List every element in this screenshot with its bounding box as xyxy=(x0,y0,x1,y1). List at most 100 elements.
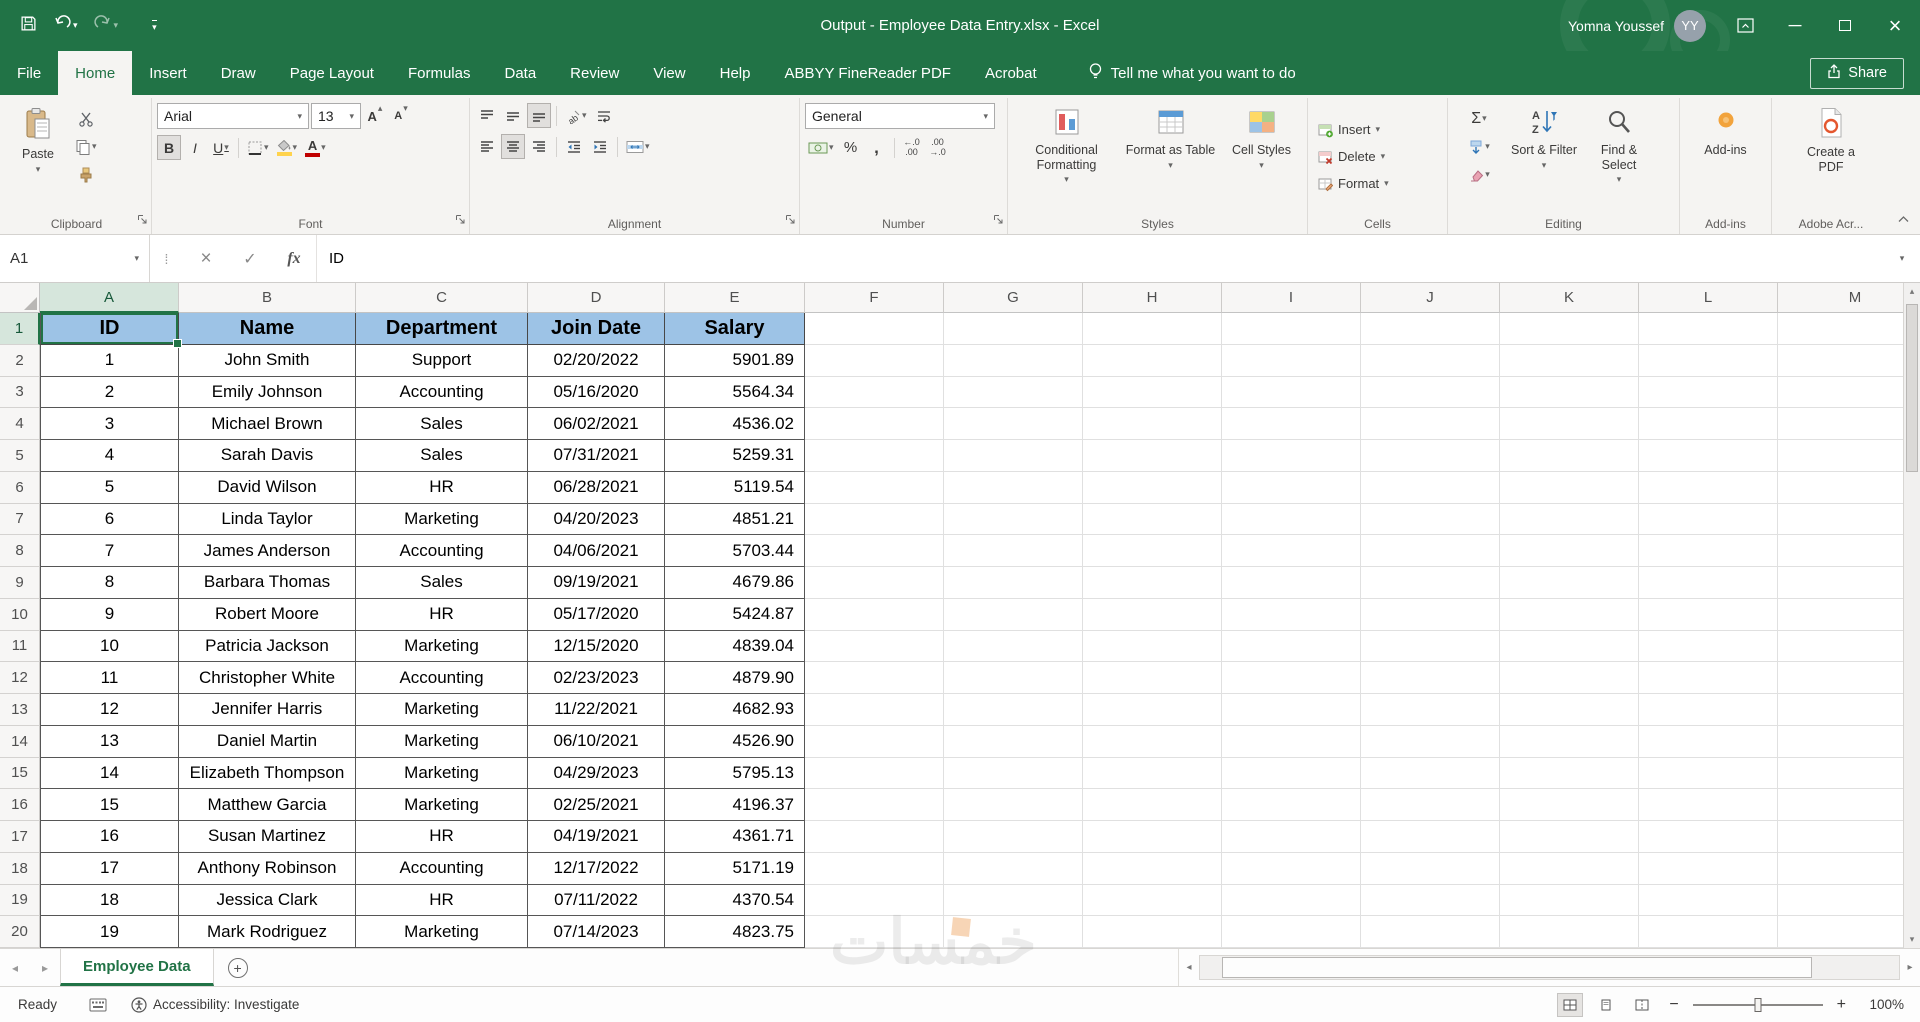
cell[interactable]: HR xyxy=(356,821,528,853)
cell[interactable] xyxy=(944,789,1083,821)
insert-function-button[interactable]: fx xyxy=(272,235,316,282)
cell[interactable] xyxy=(1083,376,1222,409)
cell[interactable] xyxy=(1361,313,1500,345)
cell[interactable]: Sales xyxy=(356,408,528,440)
cell[interactable]: 11/22/2021 xyxy=(528,694,665,726)
cell[interactable] xyxy=(1083,725,1222,758)
column-header-J[interactable]: J xyxy=(1361,283,1500,313)
cell[interactable]: Daniel Martin xyxy=(179,725,356,758)
cell[interactable] xyxy=(1639,789,1778,821)
scroll-up-icon[interactable]: ▴ xyxy=(1904,283,1920,300)
tab-page-layout[interactable]: Page Layout xyxy=(273,51,391,95)
cell[interactable]: Support xyxy=(356,344,528,377)
cell[interactable] xyxy=(1500,598,1639,631)
cell[interactable] xyxy=(1361,630,1500,663)
cell[interactable]: 16 xyxy=(40,821,179,853)
cut-button[interactable] xyxy=(72,106,100,131)
number-format-select[interactable]: General ▾ xyxy=(805,103,995,129)
cell[interactable] xyxy=(1500,725,1639,758)
cell[interactable] xyxy=(1083,852,1222,885)
cell[interactable] xyxy=(1778,758,1920,790)
cell[interactable] xyxy=(1778,567,1920,599)
cell[interactable] xyxy=(1778,599,1920,631)
alignment-dialog-launcher[interactable] xyxy=(785,212,796,230)
cell[interactable] xyxy=(805,408,944,440)
cell[interactable] xyxy=(1500,471,1639,504)
row-header-1[interactable]: 1 xyxy=(0,313,40,345)
cell[interactable] xyxy=(1083,598,1222,631)
cell[interactable] xyxy=(1500,503,1639,536)
cell[interactable]: 07/14/2023 xyxy=(528,916,665,948)
cell[interactable]: 1 xyxy=(40,344,179,377)
formula-bar-handle[interactable]: ⁞ xyxy=(150,235,184,282)
header-cell[interactable]: Department xyxy=(356,313,528,345)
vertical-scroll-thumb[interactable] xyxy=(1906,304,1918,472)
cell[interactable] xyxy=(1222,916,1361,948)
row-header-18[interactable]: 18 xyxy=(0,852,40,885)
column-header-D[interactable]: D xyxy=(528,283,665,313)
cell[interactable] xyxy=(1639,916,1778,948)
cell[interactable]: 5 xyxy=(40,471,179,504)
name-box[interactable]: A1 ▾ xyxy=(0,235,150,282)
cell[interactable]: Barbara Thomas xyxy=(179,567,356,599)
row-header-15[interactable]: 15 xyxy=(0,757,40,790)
tab-abbyy-finereader-pdf[interactable]: ABBYY FineReader PDF xyxy=(767,51,967,95)
autosum-button[interactable]: Σ ▾ xyxy=(1453,106,1505,131)
cell[interactable] xyxy=(944,694,1083,726)
cell[interactable]: John Smith xyxy=(179,344,356,377)
cell[interactable] xyxy=(1222,471,1361,504)
fill-button[interactable]: ▾ xyxy=(1453,134,1505,159)
cell[interactable] xyxy=(1639,694,1778,726)
page-break-view-button[interactable] xyxy=(1629,993,1655,1017)
font-dialog-launcher[interactable] xyxy=(455,212,466,230)
font-name-select[interactable]: Arial ▾ xyxy=(157,103,309,129)
cell[interactable]: Robert Moore xyxy=(179,598,356,631)
clear-button[interactable]: ▾ xyxy=(1453,162,1505,187)
cell[interactable] xyxy=(944,884,1083,917)
column-header-A[interactable]: A xyxy=(40,283,179,313)
cell[interactable]: 2 xyxy=(40,376,179,409)
cell[interactable]: Marketing xyxy=(356,789,528,821)
row-header-10[interactable]: 10 xyxy=(0,598,40,631)
cell[interactable] xyxy=(1778,440,1920,472)
cell[interactable] xyxy=(1222,725,1361,758)
cell[interactable]: 4526.90 xyxy=(665,725,805,758)
cell[interactable]: 07/31/2021 xyxy=(528,440,665,472)
cell[interactable]: 12/17/2022 xyxy=(528,852,665,885)
cell[interactable]: 3 xyxy=(40,408,179,440)
cell[interactable] xyxy=(805,598,944,631)
avatar[interactable]: YY xyxy=(1674,9,1706,42)
create-pdf-button[interactable]: Create a PDF xyxy=(1798,102,1864,211)
cell[interactable]: Marketing xyxy=(356,630,528,663)
cell[interactable]: Sales xyxy=(356,440,528,472)
cell[interactable] xyxy=(1778,313,1920,345)
increase-decimal-button[interactable]: ←.0.00 xyxy=(900,135,924,160)
cell[interactable] xyxy=(944,408,1083,440)
format-cells-button[interactable]: Format ▾ xyxy=(1313,171,1442,196)
cell[interactable] xyxy=(1222,884,1361,917)
next-sheet-button[interactable]: ▸ xyxy=(30,949,60,986)
cell[interactable] xyxy=(1222,344,1361,377)
user-name[interactable]: Yomna Youssef xyxy=(1568,18,1664,34)
cell[interactable] xyxy=(805,471,944,504)
cell[interactable] xyxy=(944,916,1083,948)
cell[interactable] xyxy=(944,821,1083,853)
cell[interactable] xyxy=(805,630,944,663)
cell[interactable] xyxy=(1361,567,1500,599)
customize-quick-access-button[interactable]: ▾ xyxy=(146,16,163,36)
cell[interactable] xyxy=(1639,821,1778,853)
cell[interactable]: Sarah Davis xyxy=(179,440,356,472)
cell[interactable] xyxy=(1500,789,1639,821)
cell[interactable] xyxy=(1778,377,1920,409)
page-layout-view-button[interactable] xyxy=(1593,993,1619,1017)
cell[interactable] xyxy=(1083,344,1222,377)
cell[interactable]: 8 xyxy=(40,567,179,599)
increase-indent-button[interactable] xyxy=(588,134,612,159)
horizontal-scroll-thumb[interactable] xyxy=(1222,957,1812,978)
cell[interactable]: 14 xyxy=(40,757,179,790)
sort-filter-button[interactable]: AZ Sort & Filter ▾ xyxy=(1508,102,1580,211)
column-header-F[interactable]: F xyxy=(805,283,944,313)
cell[interactable] xyxy=(944,630,1083,663)
cell[interactable]: 04/06/2021 xyxy=(528,535,665,567)
cell[interactable] xyxy=(1222,821,1361,853)
